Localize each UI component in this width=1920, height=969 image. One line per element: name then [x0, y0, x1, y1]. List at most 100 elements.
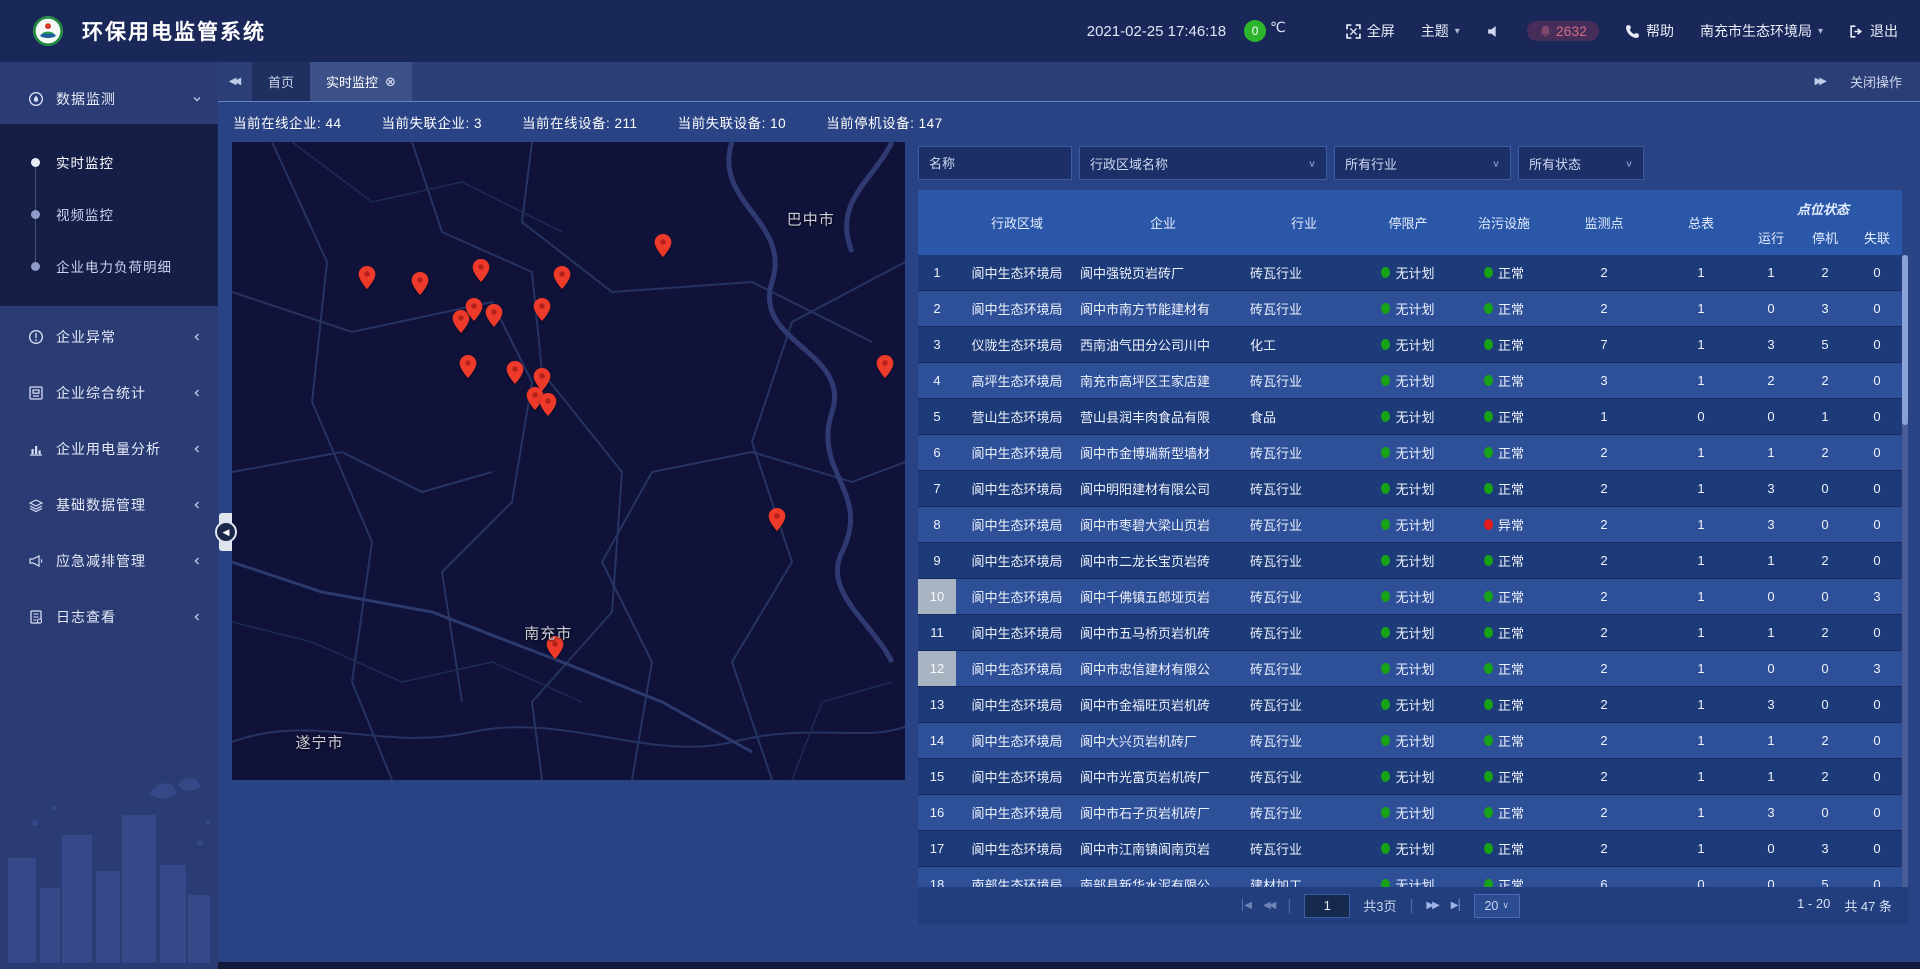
- map-pin-icon[interactable]: [506, 361, 523, 384]
- status-dot-icon: [1381, 663, 1390, 674]
- fullscreen-button[interactable]: 全屏: [1346, 21, 1395, 41]
- page-number-input[interactable]: 1: [1304, 894, 1350, 918]
- sidebar-item-1[interactable]: 企业异常: [0, 312, 218, 362]
- cell-facility-status: 正常: [1458, 291, 1550, 326]
- table-row[interactable]: 13 阆中生态环境局 阆中市金福旺页岩机砖 砖瓦行业 无计划 正常 2 1 3 …: [918, 687, 1902, 723]
- map-pin-icon[interactable]: [540, 393, 557, 416]
- table-row[interactable]: 3 仪陇生态环境局 西南油气田分公司川中 化工 无计划 正常 7 1 3 5 0: [918, 327, 1902, 363]
- cell-limit-status: 无计划: [1358, 435, 1458, 470]
- table-scrollbar[interactable]: [1902, 255, 1908, 887]
- tab-realtime-monitor[interactable]: 实时监控 ⊗: [310, 62, 412, 101]
- status-dot-icon: [1484, 303, 1493, 314]
- sidebar-subitem-2[interactable]: 企业电力负荷明细: [0, 240, 218, 292]
- org-menu[interactable]: 南充市生态环境局 ▾: [1700, 21, 1823, 41]
- cell-total-meter: 1: [1658, 723, 1744, 758]
- status-dot-icon: [1381, 375, 1390, 386]
- help-button[interactable]: 帮助: [1625, 21, 1674, 41]
- cell-facility-status: 异常: [1458, 507, 1550, 542]
- sidebar-item-5[interactable]: 应急减排管理: [0, 536, 218, 586]
- collapse-left-icon[interactable]: ◀: [215, 521, 237, 543]
- table-row[interactable]: 8 阆中生态环境局 阆中市枣碧大梁山页岩 砖瓦行业 无计划 异常 2 1 3 0…: [918, 507, 1902, 543]
- tabs-scroll-right-icon[interactable]: ▶▶: [1815, 76, 1824, 87]
- cell-monitor-points: 2: [1550, 507, 1658, 542]
- table-row[interactable]: 5 营山生态环境局 营山县润丰肉食品有限 食品 无计划 正常 1 0 0 1 0: [918, 399, 1902, 435]
- sidebar-subitem-0[interactable]: 实时监控: [0, 136, 218, 188]
- map-collapse-handle[interactable]: ◀: [218, 512, 233, 552]
- cell-stopped: 2: [1798, 759, 1852, 794]
- sidebar-item-6[interactable]: 日志查看: [0, 592, 218, 642]
- status-select[interactable]: 所有状态 ∨: [1518, 146, 1644, 180]
- theme-button[interactable]: 主题 ▾: [1421, 21, 1460, 41]
- scrollbar-thumb[interactable]: [1902, 255, 1908, 425]
- table-row[interactable]: 17 阆中生态环境局 阆中市江南镇阆南页岩 砖瓦行业 无计划 正常 2 1 0 …: [918, 831, 1902, 867]
- cell-company: 南部县新华水泥有限公: [1078, 867, 1246, 887]
- cell-disconnected: 0: [1852, 291, 1902, 326]
- alarm-counter[interactable]: 2632: [1527, 21, 1599, 41]
- next-page-icon[interactable]: ▶▶: [1426, 900, 1437, 911]
- page-size-select[interactable]: 20 ∨: [1474, 894, 1520, 918]
- map-pin-icon[interactable]: [473, 259, 490, 282]
- logout-button[interactable]: 退出: [1849, 21, 1898, 41]
- table-row[interactable]: 6 阆中生态环境局 阆中市金博瑞新型墙材 砖瓦行业 无计划 正常 2 1 1 2…: [918, 435, 1902, 471]
- cell-limit-status: 无计划: [1358, 615, 1458, 650]
- tabs-scroll-left-icon[interactable]: ◀◀: [218, 62, 252, 101]
- table-row[interactable]: 10 阆中生态环境局 阆中千佛镇五郎垭页岩 砖瓦行业 无计划 正常 2 1 0 …: [918, 579, 1902, 615]
- map-pin-icon[interactable]: [358, 266, 375, 289]
- sidebar-item-4[interactable]: 基础数据管理: [0, 480, 218, 530]
- table-row[interactable]: 4 高坪生态环境局 南充市高坪区王家店建 砖瓦行业 无计划 正常 3 1 2 2…: [918, 363, 1902, 399]
- map-pin-icon[interactable]: [876, 355, 893, 378]
- map-pin-icon[interactable]: [533, 298, 550, 321]
- industry-select[interactable]: 所有行业 ∨: [1334, 146, 1511, 180]
- table-row[interactable]: 9 阆中生态环境局 阆中市二龙长宝页岩砖 砖瓦行业 无计划 正常 2 1 1 2…: [918, 543, 1902, 579]
- sidebar-item-0[interactable]: 数据监测: [0, 74, 218, 124]
- mute-speaker-button[interactable]: [1486, 24, 1501, 39]
- name-search-input[interactable]: [918, 146, 1072, 180]
- table-row[interactable]: 15 阆中生态环境局 阆中市光富页岩机砖厂 砖瓦行业 无计划 正常 2 1 1 …: [918, 759, 1902, 795]
- chevron-left-icon: [192, 444, 202, 454]
- sidebar-subitem-1[interactable]: 视频监控: [0, 188, 218, 240]
- column-running: 运行: [1744, 220, 1798, 255]
- map-panel[interactable]: 巴中市南充市遂宁市: [232, 142, 905, 780]
- map-pin-icon[interactable]: [412, 272, 429, 295]
- row-index: 17: [918, 831, 956, 866]
- map-pin-icon[interactable]: [486, 304, 503, 327]
- table-row[interactable]: 18 南部生态环境局 南部县新华水泥有限公 建材加工 无计划 正常 6 0 0 …: [918, 867, 1902, 887]
- cell-running: 3: [1744, 327, 1798, 362]
- cell-stopped: 2: [1798, 363, 1852, 398]
- tab-home[interactable]: 首页: [252, 62, 310, 101]
- region-select[interactable]: 行政区域名称 ∨: [1079, 146, 1327, 180]
- cell-running: 0: [1744, 399, 1798, 434]
- cell-facility-status: 正常: [1458, 435, 1550, 470]
- cell-monitor-points: 2: [1550, 471, 1658, 506]
- pagination-divider: |: [1409, 897, 1413, 914]
- chevron-down-icon: ▾: [1455, 26, 1460, 37]
- status-dot-icon: [1484, 447, 1493, 458]
- map-pin-icon[interactable]: [769, 508, 786, 531]
- map-pin-icon[interactable]: [466, 298, 483, 321]
- table-row[interactable]: 12 阆中生态环境局 阆中市忠信建材有限公 砖瓦行业 无计划 正常 2 1 0 …: [918, 651, 1902, 687]
- last-page-icon[interactable]: ▶│: [1451, 900, 1461, 911]
- app-title: 环保用电监管系统: [82, 16, 266, 46]
- status-dot-icon: [1484, 555, 1493, 566]
- table-row[interactable]: 16 阆中生态环境局 阆中市石子页岩机砖厂 砖瓦行业 无计划 正常 2 1 3 …: [918, 795, 1902, 831]
- prev-page-icon[interactable]: ◀◀: [1263, 900, 1274, 911]
- tab-close-icon[interactable]: ⊗: [385, 74, 396, 90]
- stat-item: 当前停机设备: 147: [826, 112, 943, 132]
- table-row[interactable]: 14 阆中生态环境局 阆中大兴页岩机砖厂 砖瓦行业 无计划 正常 2 1 1 2…: [918, 723, 1902, 759]
- table-row[interactable]: 1 阆中生态环境局 阆中强锐页岩砖厂 砖瓦行业 无计划 正常 2 1 1 2 0: [918, 255, 1902, 291]
- close-operations-button[interactable]: 关闭操作: [1850, 72, 1902, 91]
- table-row[interactable]: 11 阆中生态环境局 阆中市五马桥页岩机砖 砖瓦行业 无计划 正常 2 1 1 …: [918, 615, 1902, 651]
- cell-facility-status: 正常: [1458, 543, 1550, 578]
- table-row[interactable]: 7 阆中生态环境局 阆中明阳建材有限公司 砖瓦行业 无计划 正常 2 1 3 0…: [918, 471, 1902, 507]
- sidebar-item-3[interactable]: 企业用电量分析: [0, 424, 218, 474]
- map-pin-icon[interactable]: [459, 355, 476, 378]
- alert-icon: [28, 329, 44, 345]
- sidebar-item-2[interactable]: 企业综合统计: [0, 368, 218, 418]
- cell-industry: 砖瓦行业: [1246, 687, 1358, 722]
- status-dot-icon: [1484, 879, 1493, 887]
- first-page-icon[interactable]: │◀: [1240, 900, 1250, 911]
- map-pin-icon[interactable]: [654, 234, 671, 257]
- header-toolbar: 2021-02-25 17:46:18 0 ℃ 全屏 主题 ▾ 2632 帮助: [1087, 19, 1898, 44]
- map-pin-icon[interactable]: [553, 266, 570, 289]
- table-row[interactable]: 2 阆中生态环境局 阆中市南方节能建材有 砖瓦行业 无计划 正常 2 1 0 3…: [918, 291, 1902, 327]
